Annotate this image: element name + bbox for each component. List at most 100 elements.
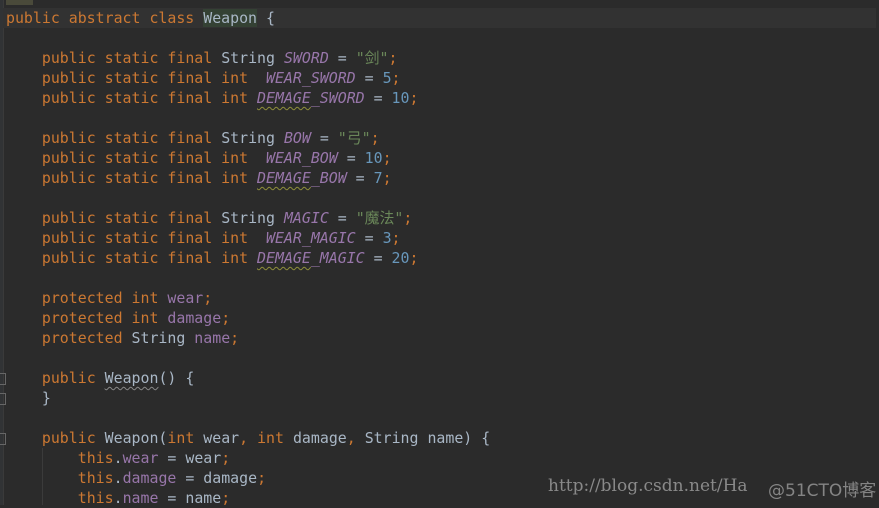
code-line[interactable]: this.name = name; [6,488,230,508]
code-line[interactable]: public Weapon(int wear, int damage, Stri… [6,428,490,448]
code-line[interactable]: public Weapon() { [6,368,194,388]
code-token: wear [122,449,159,467]
code-line[interactable]: public static final String SWORD = "剑"; [6,48,398,68]
code-line[interactable]: public static final int WEAR_MAGIC = 3; [6,228,401,248]
code-token: = [355,229,383,247]
code-token: ; [382,149,392,167]
code-token: = damage [176,469,258,487]
code-token: ; [230,329,240,347]
code-token: ; [382,169,392,187]
code-line[interactable]: public static final int WEAR_BOW = 10; [6,148,392,168]
code-token: DEMAGE [257,249,311,267]
code-token: public static final int [41,169,258,187]
code-token: public abstract class [6,9,204,27]
code-token: damage [122,469,177,487]
code-token: public static final [41,209,222,227]
code-token: damage [292,429,347,447]
code-token: String name) { [364,429,491,447]
code-line[interactable]: this.wear = wear; [6,448,230,468]
code-token: DEMAGE [257,89,311,107]
code-token: wear [203,429,240,447]
code-line[interactable]: public static final int WEAR_SWORD = 5; [6,68,401,88]
code-token: 7 [373,169,383,187]
code-line[interactable]: public static final int DEMAGE_MAGIC = 2… [6,248,419,268]
code-token: ; [370,129,380,147]
code-token: int [167,429,204,447]
code-token: 20 [391,249,410,267]
code-token: ; [257,469,267,487]
code-line[interactable]: public static final String BOW = "弓"; [6,128,380,148]
code-token: Weapon [104,369,159,387]
code-token: public static final int [41,149,266,167]
code-token: "魔法" [355,209,404,227]
code-line[interactable]: public abstract class Weapon { [3,8,876,28]
code-token: String [131,329,195,347]
watermark: http://blog.csdn.net/Ha [548,476,748,496]
code-token: public static final [41,129,222,147]
code-token: Weapon [203,9,258,27]
code-token: public static final int [41,89,258,107]
code-token: ; [409,249,419,267]
code-token: BOW [283,129,311,147]
code-token: public [41,429,105,447]
code-token: public static final int [41,229,266,247]
code-token: ; [391,229,401,247]
code-line[interactable]: protected int damage; [6,308,230,328]
code-token: String [221,209,284,227]
code-token: this [77,469,114,487]
code-token: public static final int [41,69,266,87]
code-token: ; [409,89,419,107]
code-token: "弓" [337,129,371,147]
code-token: ; [221,309,231,327]
code-token: _BOW [310,169,347,187]
code-token: ; [221,449,231,467]
code-token: . [113,489,123,507]
code-token: . [113,449,123,467]
code-token: WEAR_SWORD [266,69,356,87]
watermark-overlay: @51CTO博客 [768,481,877,501]
code-token: = [328,209,356,227]
code-token: = [346,169,374,187]
code-line[interactable]: public static final int DEMAGE_SWORD = 1… [6,88,419,108]
code-token: SWORD [283,49,329,67]
code-editor[interactable]: public abstract class Weapon { public st… [0,0,879,508]
code-token: = [337,149,365,167]
code-token: WEAR_MAGIC [266,229,356,247]
code-token: = [364,249,392,267]
code-token: _SWORD [310,89,365,107]
code-line[interactable]: public static final String MAGIC = "魔法"; [6,208,413,228]
code-line[interactable]: protected String name; [6,328,239,348]
code-token: _MAGIC [310,249,365,267]
code-line[interactable]: this.damage = damage; [6,468,266,488]
code-token: = name [158,489,222,507]
code-token: "剑" [355,49,389,67]
code-token: ; [203,289,213,307]
code-token: Weapon( [104,429,168,447]
breadcrumb-tab-edge [6,0,33,5]
code-token: , [346,429,365,447]
code-line[interactable]: protected int wear; [6,288,212,308]
code-token: MAGIC [283,209,329,227]
code-token: protected [41,329,132,347]
code-token: = [328,49,356,67]
code-token: String [221,129,284,147]
code-line[interactable]: } [6,388,51,408]
code-token: public [41,369,105,387]
code-token: = [355,69,383,87]
code-token: name [122,489,159,507]
code-line[interactable]: public static final int DEMAGE_BOW = 7; [6,168,392,188]
code-token: public static final [41,49,222,67]
code-token: = [310,129,338,147]
code-token: wear [167,289,204,307]
editor-gutter [0,0,4,505]
